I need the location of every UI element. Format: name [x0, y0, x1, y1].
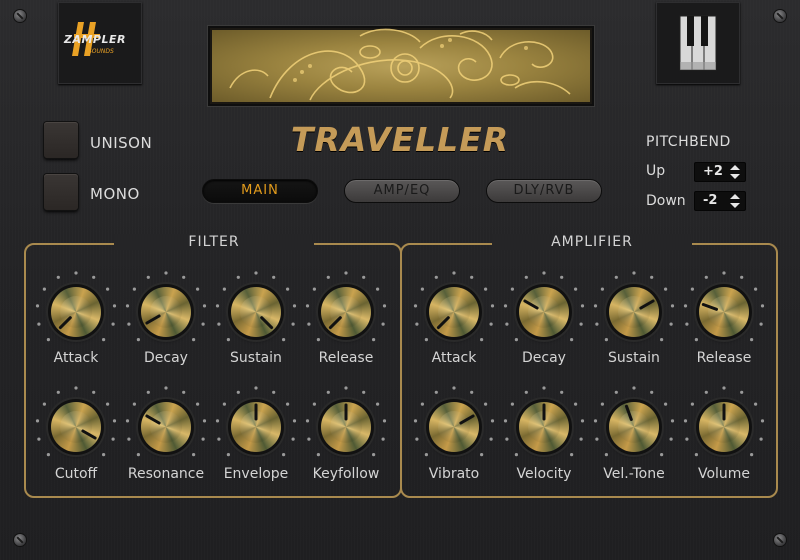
mono-toggle[interactable]	[44, 174, 78, 210]
screw-icon	[14, 534, 26, 546]
amplifier-attack-knob[interactable]	[413, 271, 495, 342]
tab-amp-eq[interactable]: AMP/EQ	[344, 179, 460, 203]
brand-subtitle: SOUNDS	[88, 48, 114, 55]
knob-label: Decay	[522, 350, 566, 366]
screw-icon	[774, 534, 786, 546]
tab-dly-rvb[interactable]: DLY/RVB	[486, 179, 602, 203]
amplifier-decay-knob[interactable]	[503, 271, 585, 342]
knob-label: Keyfollow	[312, 466, 380, 482]
knob-label: Vibrato	[428, 466, 480, 482]
knob-pointer	[459, 414, 475, 425]
knob-pointer	[260, 316, 274, 330]
knob-label: Vel.-Tone	[603, 466, 665, 482]
unison-toggle[interactable]	[44, 122, 78, 158]
knob-label: Resonance	[127, 466, 205, 482]
spinner-arrows-icon[interactable]	[730, 194, 740, 208]
instrument-logo[interactable]	[656, 2, 740, 84]
knob-label: Envelope	[223, 466, 289, 482]
pitchbend-up-spinner[interactable]: +2	[694, 162, 746, 182]
pitchbend-up-value: +2	[703, 164, 723, 179]
screw-icon	[14, 10, 26, 22]
filter-keyfollow-knob[interactable]	[305, 386, 387, 457]
pitchbend-up-label: Up	[646, 163, 666, 179]
amplifier-release-knob[interactable]	[683, 271, 765, 342]
knob-label: Volume	[697, 466, 751, 482]
knob-label: Release	[696, 350, 752, 366]
artwork-display	[208, 26, 594, 106]
amplifier-vel-tone-knob[interactable]	[593, 386, 675, 457]
filter-decay-knob[interactable]	[125, 271, 207, 342]
filter-resonance-knob[interactable]	[125, 386, 207, 457]
filter-section	[24, 243, 402, 498]
knob-label: Attack	[431, 350, 477, 366]
knob-pointer	[81, 429, 97, 440]
amplifier-velocity-knob[interactable]	[503, 386, 585, 457]
brand-name: ZAMPLER	[64, 33, 126, 46]
product-title: TRAVELLER	[290, 120, 510, 159]
pitchbend-down-label: Down	[646, 193, 686, 209]
knob-label: Sustain	[608, 350, 660, 366]
knob-pointer	[58, 316, 72, 330]
filter-envelope-knob[interactable]	[215, 386, 297, 457]
filter-release-knob[interactable]	[305, 271, 387, 342]
unison-label: UNISON	[90, 134, 153, 152]
filter-title: FILTER	[114, 234, 314, 250]
knob-pointer	[639, 299, 655, 310]
amplifier-sustain-knob[interactable]	[593, 271, 675, 342]
knob-pointer	[701, 303, 718, 311]
pitchbend-title: PITCHBEND	[646, 134, 731, 150]
knob-pointer	[523, 299, 539, 310]
knob-label: Attack	[53, 350, 99, 366]
knob-pointer	[344, 403, 348, 421]
brand-logo[interactable]: ZAMPLER SOUNDS	[58, 2, 142, 84]
amplifier-section	[400, 243, 778, 498]
mono-label: MONO	[90, 185, 140, 203]
plugin-window: ZAMPLER SOUNDS TRAVELLER UNISON MONO MAI…	[0, 0, 800, 560]
knob-label: Release	[318, 350, 374, 366]
knob-pointer	[542, 403, 546, 421]
tab-main[interactable]: MAIN	[202, 179, 318, 203]
amplifier-vibrato-knob[interactable]	[413, 386, 495, 457]
pitchbend-down-value: -2	[703, 193, 718, 208]
knob-label: Velocity	[516, 466, 572, 482]
knob-label: Sustain	[230, 350, 282, 366]
knob-pointer	[145, 414, 161, 425]
knob-label: Cutoff	[54, 466, 98, 482]
knob-pointer	[722, 403, 726, 421]
amplifier-title: AMPLIFIER	[492, 234, 692, 250]
knob-label: Decay	[144, 350, 188, 366]
filter-sustain-knob[interactable]	[215, 271, 297, 342]
pitchbend-down-spinner[interactable]: -2	[694, 191, 746, 211]
knob-pointer	[254, 403, 258, 421]
knob-pointer	[436, 316, 450, 330]
ornament-artwork	[229, 28, 571, 101]
piano-keys-icon	[679, 15, 717, 71]
spinner-arrows-icon[interactable]	[730, 165, 740, 179]
knob-pointer	[145, 314, 161, 325]
filter-attack-knob[interactable]	[35, 271, 117, 342]
knob-pointer	[328, 316, 342, 330]
amplifier-volume-knob[interactable]	[683, 386, 765, 457]
knob-pointer	[625, 404, 633, 421]
screw-icon	[774, 10, 786, 22]
filter-cutoff-knob[interactable]	[35, 386, 117, 457]
